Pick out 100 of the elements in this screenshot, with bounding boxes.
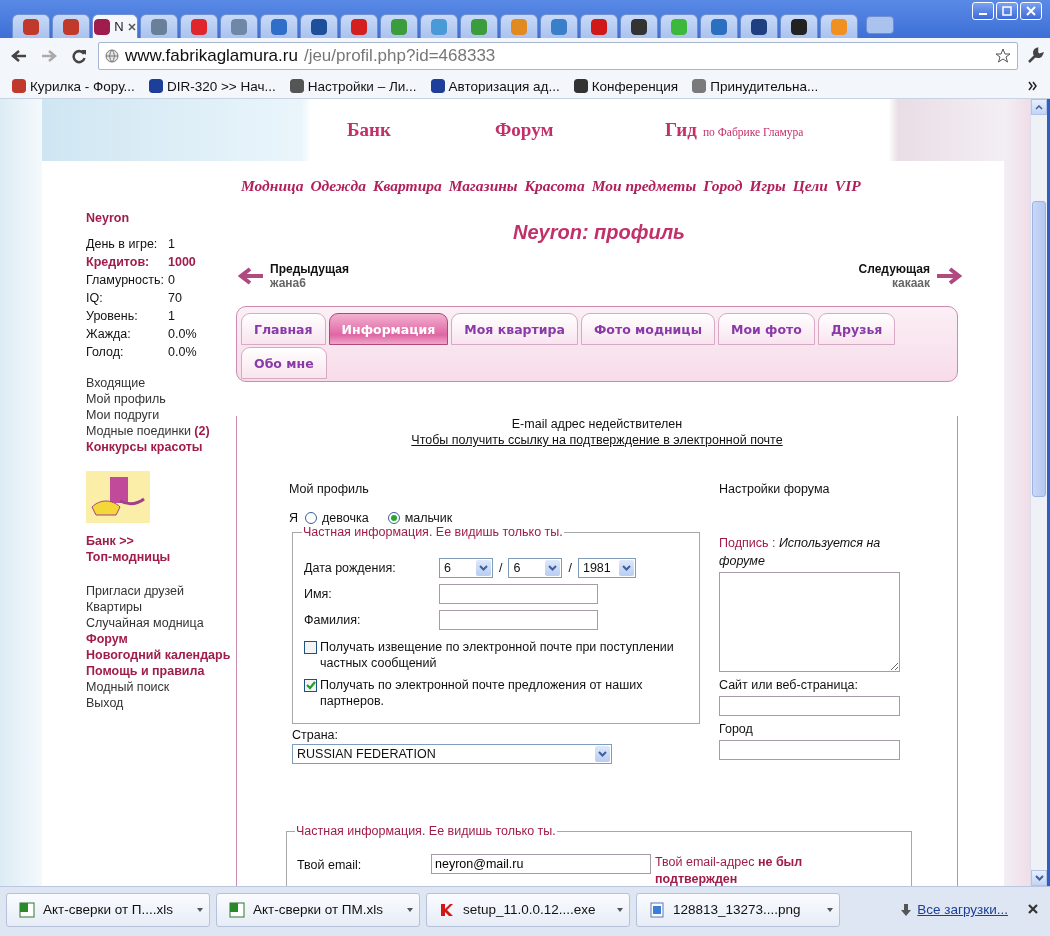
sidebar-link[interactable]: Банк >> xyxy=(86,533,134,549)
profile-tab[interactable]: Фото модницы xyxy=(580,313,715,345)
sidebar-link[interactable]: Модные поединки (2) xyxy=(86,423,210,439)
stat-value: 0 xyxy=(168,273,175,287)
sidebar-link[interactable]: Входящие xyxy=(86,375,146,391)
close-button[interactable] xyxy=(1020,2,1042,20)
input-field[interactable] xyxy=(439,610,598,630)
nav-link[interactable]: Одежда xyxy=(310,177,366,203)
scroll-up-button[interactable] xyxy=(1031,99,1047,115)
sidebar-link[interactable]: Модный поиск xyxy=(86,679,170,695)
bookmark[interactable]: Конференция xyxy=(573,78,679,94)
stat-label: Кредитов: xyxy=(86,255,151,269)
nav-link[interactable]: Мои предметы xyxy=(591,177,697,203)
sidebar-link[interactable]: Мой профиль xyxy=(86,391,166,407)
wrench-icon[interactable] xyxy=(1026,47,1044,65)
caret-icon[interactable] xyxy=(407,907,413,912)
group-legend: Частная информация. Ее видишь только ты. xyxy=(302,525,564,539)
sidebar-link[interactable]: Форум xyxy=(86,631,128,647)
download-item[interactable]: 128813_13273....png xyxy=(636,892,840,927)
profile-tab[interactable]: Обо мне xyxy=(241,347,327,379)
star-icon[interactable] xyxy=(995,48,1011,64)
date-select[interactable]: 6 xyxy=(439,558,493,578)
sidebar-link[interactable]: Случайная модница xyxy=(86,615,204,631)
signature-field[interactable] xyxy=(719,572,900,672)
browser-tab[interactable]: N xyxy=(92,14,138,38)
profile-tab[interactable]: Мои фото xyxy=(717,313,815,345)
header-link[interactable]: Гид xyxy=(665,119,697,141)
money-hands-drawing[interactable] xyxy=(86,471,150,523)
nav-link[interactable]: Магазины xyxy=(448,177,518,203)
bookmark[interactable]: DIR-320 >> Нач... xyxy=(148,78,276,94)
header-link[interactable]: Банк xyxy=(347,119,495,141)
close-icon[interactable] xyxy=(127,22,136,31)
profile-tab[interactable]: Друзья xyxy=(817,313,896,345)
download-item[interactable]: Акт-сверки от П....xls xyxy=(6,892,210,927)
sidebar-link[interactable]: Выход xyxy=(86,695,124,711)
image-file-icon xyxy=(649,901,665,918)
date-select[interactable]: 1981 xyxy=(577,558,636,578)
nav-link[interactable]: Город xyxy=(703,177,743,203)
profile-tab[interactable]: Моя квартира xyxy=(451,313,578,345)
header-note: по Фабрике Гламура xyxy=(702,126,804,138)
next-link[interactable]: Следующая какаак xyxy=(858,256,962,296)
sidebar-link[interactable]: Пригласи друзей xyxy=(86,583,185,599)
previous-link[interactable]: Предыдущая жана6 xyxy=(238,256,349,296)
sidebar-link[interactable]: Квартиры xyxy=(86,599,143,615)
checkbox[interactable] xyxy=(304,641,317,654)
gender-radio[interactable]: мальчик xyxy=(387,511,453,525)
date-select[interactable]: 6 xyxy=(508,558,563,578)
checkbox[interactable] xyxy=(304,679,317,692)
email-field[interactable]: neyron@mail.ru xyxy=(431,854,651,874)
gender-radio[interactable]: девочка xyxy=(305,511,369,525)
nav-link[interactable]: Красота xyxy=(524,177,585,203)
bookmark[interactable]: Авторизация ад... xyxy=(430,78,560,94)
maximize-button[interactable] xyxy=(996,2,1018,20)
input-field[interactable] xyxy=(719,740,900,760)
input-field[interactable] xyxy=(719,696,900,716)
section-heading: Настройки форума xyxy=(719,482,831,498)
email-warning: Твой email-адрес не был подтвержден xyxy=(655,854,804,886)
caret-icon[interactable] xyxy=(617,907,623,912)
browser-tab[interactable] xyxy=(300,14,338,38)
scroll-thumb[interactable] xyxy=(1032,201,1046,497)
stat-value: 70 xyxy=(168,291,182,305)
address-bar[interactable]: www.fabrikaglamura.ru /jeu/profil.php?id=468333 xyxy=(98,42,1018,70)
nav-link[interactable]: Модница xyxy=(241,177,304,203)
bookmark[interactable]: Курилка - Фору... xyxy=(12,78,135,94)
bookmark[interactable]: Настройки – Ли... xyxy=(289,78,417,94)
field-label: Дата рождения: xyxy=(304,561,397,575)
sidebar-link[interactable]: Новогодний календарь xyxy=(86,647,231,663)
browser-tab[interactable] xyxy=(780,14,818,38)
all-downloads-link[interactable]: Все загрузки... xyxy=(917,902,1008,917)
header-link[interactable]: Форум xyxy=(495,119,665,141)
scroll-down-button[interactable] xyxy=(1031,870,1047,886)
sidebar-link[interactable]: Мои подруги xyxy=(86,407,160,423)
browser-tab[interactable] xyxy=(620,14,658,38)
bookmark[interactable]: Принудительна... xyxy=(692,78,819,94)
right-arrow-icon xyxy=(936,267,962,285)
nav-link[interactable]: Цели xyxy=(792,177,828,203)
caret-icon[interactable] xyxy=(197,907,203,912)
minimize-button[interactable] xyxy=(972,2,994,20)
sidebar-link[interactable]: Конкурсы красоты xyxy=(86,439,203,455)
nav-link[interactable]: Квартира xyxy=(373,177,442,203)
download-item[interactable]: setup_11.0.0.12....exe xyxy=(426,892,630,927)
chevron-icon[interactable] xyxy=(1028,81,1038,91)
confirm-link[interactable]: Чтобы получить ссылку на подтверждение в электронной почте xyxy=(411,432,783,448)
section-heading: Мой профиль xyxy=(289,482,370,498)
nav-link[interactable]: Игры xyxy=(749,177,786,203)
stat-value: 1 xyxy=(168,309,175,323)
input-field[interactable] xyxy=(439,584,598,604)
caret-icon[interactable] xyxy=(827,907,833,912)
stat-value: 1000 xyxy=(168,255,196,269)
country-select[interactable]: RUSSIAN FEDERATION xyxy=(292,744,612,764)
sidebar-link[interactable]: Топ-модницы xyxy=(86,549,171,565)
stat-value: 0.0% xyxy=(168,345,197,359)
profile-tab[interactable]: Главная xyxy=(241,313,326,345)
download-item[interactable]: Акт-сверки от ПМ.xls xyxy=(216,892,420,927)
date-separator: / xyxy=(568,561,572,575)
sidebar-link[interactable]: Помощь и правила xyxy=(86,663,205,679)
close-icon xyxy=(1026,6,1036,16)
browser-tab[interactable] xyxy=(740,14,778,38)
scrollbar[interactable] xyxy=(1030,99,1047,886)
nav-link[interactable]: VIP xyxy=(834,177,861,203)
